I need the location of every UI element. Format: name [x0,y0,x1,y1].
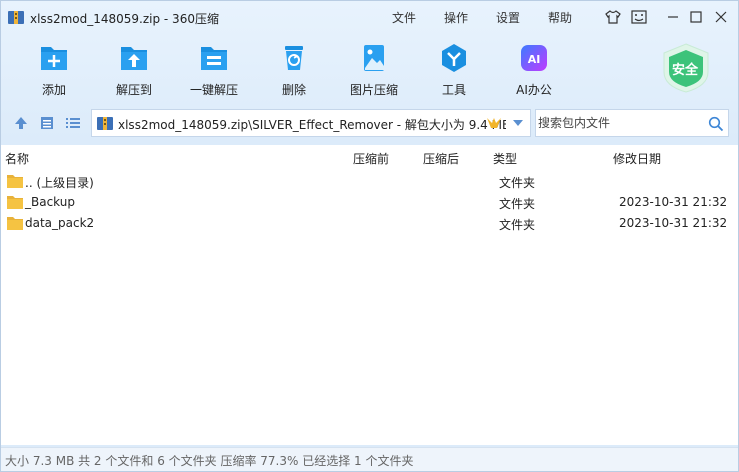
security-label: 安全 [672,63,699,78]
ai-office-label: AI办公 [516,83,552,97]
menu-help[interactable]: 帮助 [548,9,572,26]
toolbar: 添加 解压到 一键解压 删除 图片压缩 工具 AI AI办公 [1,39,738,101]
minimize-icon[interactable] [664,8,682,26]
image-compress-label: 图片压缩 [349,83,398,97]
window-title: xlss2mod_148059.zip - 360压缩 [30,12,219,26]
folder-icon [7,217,23,230]
status-text: 大小 7.3 MB 共 2 个文件和 6 个文件夹 压缩率 77.3% 已经选择… [5,454,414,468]
tools-label: 工具 [441,83,466,97]
ai-office-icon: AI [521,45,547,71]
one-click-extract-label: 一键解压 [189,83,238,97]
column-type[interactable]: 类型 [493,150,517,167]
svg-text:AI: AI [528,53,541,66]
title-bar: xlss2mod_148059.zip - 360压缩 文件 操作 设置 帮助 [1,1,738,33]
status-bar: 大小 7.3 MB 共 2 个文件和 6 个文件夹 压缩率 77.3% 已经选择… [1,447,738,471]
path-text: xlss2mod_148059.zip\SILVER_Effect_Remove… [118,118,506,132]
chevron-down-icon[interactable] [512,119,524,127]
address-row: xlss2mod_148059.zip\SILVER_Effect_Remove… [1,107,738,139]
image-compress-icon [364,45,384,71]
search-icon[interactable] [708,116,724,132]
file-name: .. (上级目录) [25,176,94,190]
ai-office-button[interactable]: AI AI办公 [499,39,569,101]
file-date: 2023-10-31 21:32 [619,216,728,230]
menu-settings[interactable]: 设置 [496,9,520,26]
delete-button[interactable]: 删除 [259,39,329,101]
tools-icon [442,44,466,72]
skin-shirt-icon[interactable] [604,8,622,26]
security-badge[interactable]: 安全 [658,42,714,94]
extract-to-label: 解压到 [115,83,152,97]
extract-to-button[interactable]: 解压到 [99,39,169,101]
image-compress-button[interactable]: 图片压缩 [339,39,409,101]
menu-file[interactable]: 文件 [392,9,416,26]
file-type: 文件夹 [499,197,536,211]
one-click-extract-button[interactable]: 一键解压 [179,39,249,101]
file-name: data_pack2 [25,216,95,230]
zip-archive-icon [8,11,24,24]
feedback-icon[interactable] [630,8,648,26]
one-click-extract-icon [201,47,227,70]
file-type: 文件夹 [499,176,536,190]
file-list: 名称 压缩前 压缩后 类型 修改日期 .. (上级目录) 文件夹 _Backup… [1,145,738,445]
file-date: 2023-10-31 21:32 [619,195,728,209]
search-box [535,109,729,137]
zip-archive-icon [97,117,113,130]
folder-icon [7,175,23,188]
delete-icon [285,46,303,70]
file-row-backup[interactable]: _Backup 文件夹 2023-10-31 21:32 [1,192,738,213]
file-row-parent[interactable]: .. (上级目录) 文件夹 [1,171,738,192]
search-input[interactable] [538,114,698,132]
maximize-icon[interactable] [687,8,705,26]
vip-crown-icon[interactable] [486,116,502,130]
list-header: 名称 压缩前 压缩后 类型 修改日期 [1,145,738,171]
thumbnail-view-icon[interactable] [39,115,55,131]
tools-button[interactable]: 工具 [419,39,489,101]
delete-label: 删除 [281,83,306,97]
list-view-icon[interactable] [65,115,81,131]
file-row-data-pack2[interactable]: data_pack2 文件夹 2023-10-31 21:32 [1,213,738,234]
extract-to-icon [121,47,147,70]
folder-icon [7,196,23,209]
add-label: 添加 [41,83,66,97]
app-window: xlss2mod_148059.zip - 360压缩 文件 操作 设置 帮助 [0,0,739,472]
column-compressed[interactable]: 压缩前 [353,150,389,167]
column-name[interactable]: 名称 [5,150,29,167]
up-arrow-icon[interactable] [13,115,29,131]
column-uncompressed[interactable]: 压缩后 [423,150,459,167]
menu-operation[interactable]: 操作 [444,9,468,26]
file-name: _Backup [25,195,75,209]
column-modified[interactable]: 修改日期 [613,150,661,167]
file-type: 文件夹 [499,218,536,232]
add-button[interactable]: 添加 [19,39,89,101]
close-icon[interactable] [712,8,730,26]
path-bar[interactable]: xlss2mod_148059.zip\SILVER_Effect_Remove… [91,109,531,137]
add-icon [41,47,67,70]
